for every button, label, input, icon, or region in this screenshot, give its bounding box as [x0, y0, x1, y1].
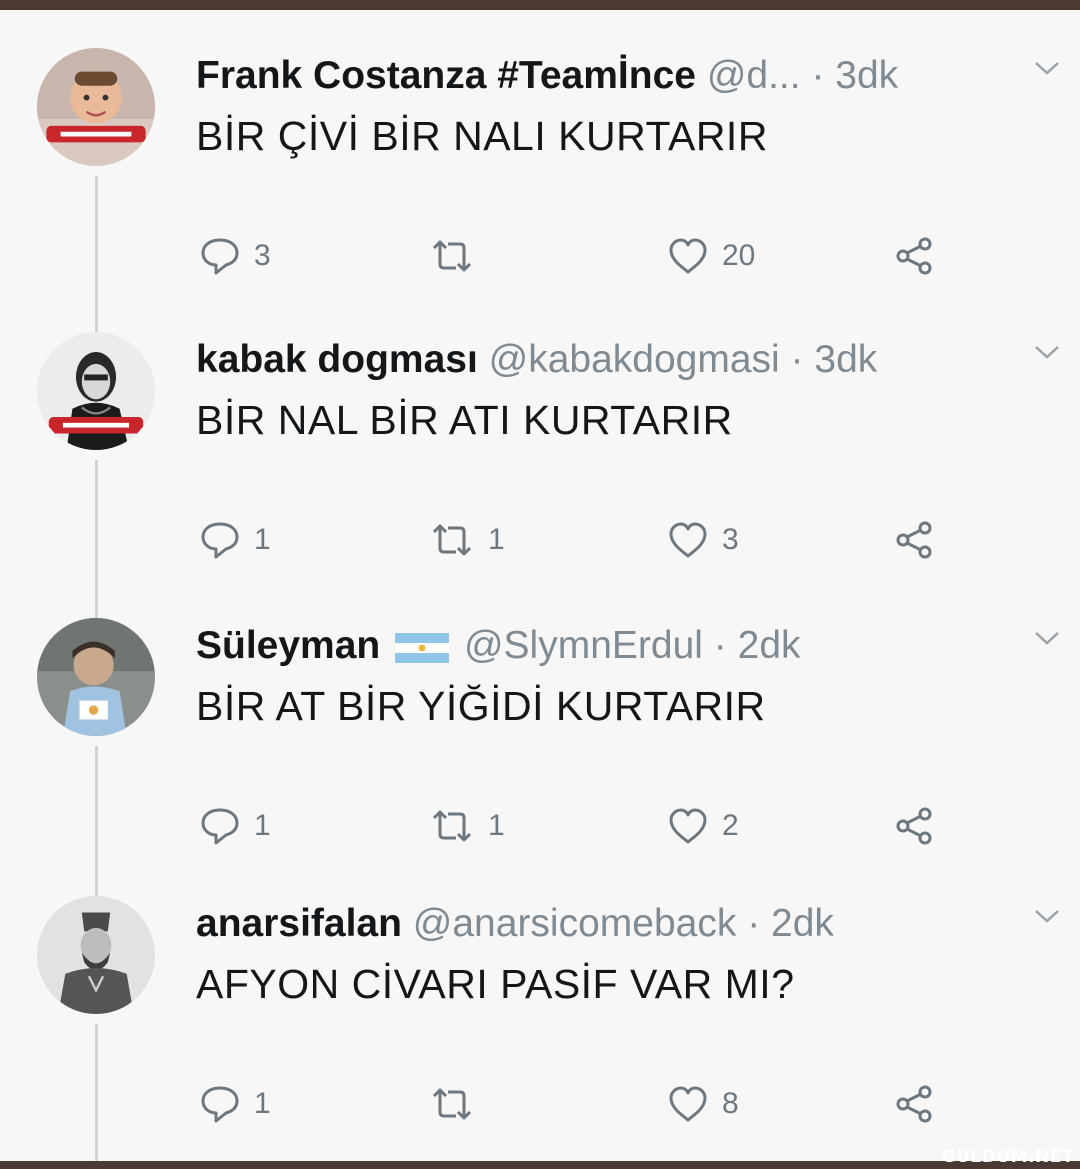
thread-line — [95, 312, 98, 332]
retweet-button[interactable] — [428, 1074, 488, 1134]
chevron-down-icon[interactable] — [1030, 626, 1064, 650]
avatar[interactable] — [37, 896, 155, 1014]
retweet-button[interactable] — [428, 226, 488, 286]
separator: · — [811, 54, 825, 97]
timestamp[interactable]: 2dk — [738, 624, 801, 667]
retweet-arrows-icon — [432, 524, 472, 556]
tweet-text: BİR ÇİVİ BİR NALI KURTARIR — [196, 113, 768, 159]
retweet-button[interactable]: 1 — [428, 510, 505, 570]
heart-icon — [669, 1086, 707, 1122]
chevron-down-icon[interactable] — [1030, 340, 1064, 364]
display-name[interactable]: kabak dogması — [196, 338, 478, 381]
display-name[interactable]: Süleyman — [196, 624, 380, 667]
share-icon — [896, 1085, 932, 1123]
reply-count: 1 — [254, 1087, 271, 1120]
tweet-header: anarsifalan @anarsicomeback · 2dk — [196, 900, 834, 948]
heart-icon — [669, 808, 707, 844]
like-count: 3 — [722, 523, 739, 556]
share-icon — [896, 521, 932, 559]
tweet[interactable]: kabak dogması @kabakdogmasi · 3dk BİR NA… — [0, 312, 1080, 602]
reply-button[interactable]: 1 — [198, 796, 271, 856]
tweet-header: Süleyman @SlymnErdul · 2dk — [196, 622, 801, 670]
tweet[interactable]: Frank Costanza #Teamİnce @d... · 3dk BİR… — [0, 28, 1080, 318]
like-count: 8 — [722, 1087, 739, 1120]
tweet[interactable]: anarsifalan @anarsicomeback · 2dk AFYON … — [0, 876, 1080, 1161]
tweet-text: BİR AT BİR YİĞİDİ KURTARIR — [196, 683, 766, 729]
share-icon — [896, 807, 932, 845]
like-count: 20 — [722, 239, 756, 272]
avatar[interactable] — [37, 618, 155, 736]
tweet[interactable]: Süleyman @SlymnErdul · 2dk BİR AT BİR Yİ… — [0, 598, 1080, 888]
timestamp[interactable]: 3dk — [814, 338, 877, 381]
display-name[interactable]: Frank Costanza #Teamİnce — [196, 54, 696, 97]
user-handle[interactable]: @SlymnErdul — [464, 624, 703, 667]
share-button[interactable] — [892, 226, 936, 286]
like-button[interactable]: 2 — [666, 796, 739, 856]
reply-button[interactable]: 1 — [198, 510, 271, 570]
action-bar: 1 1 3 — [0, 510, 1080, 570]
share-button[interactable] — [892, 1074, 936, 1134]
like-button[interactable]: 3 — [666, 510, 739, 570]
tweet-header: Frank Costanza #Teamİnce @d... · 3dk — [196, 52, 898, 100]
tweet-header: kabak dogması @kabakdogmasi · 3dk — [196, 336, 877, 384]
tweet-text: AFYON CİVARI PASİF VAR MI? — [196, 961, 795, 1007]
tweet-thread: Frank Costanza #Teamİnce @d... · 3dk BİR… — [0, 10, 1080, 1161]
speech-bubble-icon — [201, 1086, 239, 1123]
heart-icon — [669, 238, 707, 274]
retweet-arrows-icon — [432, 1088, 472, 1120]
heart-icon — [669, 522, 707, 558]
reply-count: 3 — [254, 239, 271, 272]
retweet-button[interactable]: 1 — [428, 796, 505, 856]
speech-bubble-icon — [201, 522, 239, 559]
retweet-count: 1 — [488, 523, 505, 556]
reply-count: 1 — [254, 809, 271, 842]
chevron-down-icon[interactable] — [1030, 904, 1064, 928]
share-icon — [896, 237, 932, 275]
action-bar: 3 20 — [0, 226, 1080, 286]
separator: · — [713, 624, 727, 667]
reply-button[interactable]: 3 — [198, 226, 271, 286]
speech-bubble-icon — [201, 808, 239, 845]
retweet-arrows-icon — [432, 810, 472, 842]
argentina-flag-icon — [395, 632, 450, 663]
action-bar: 1 1 2 — [0, 796, 1080, 856]
separator: · — [790, 338, 804, 381]
timestamp[interactable]: 2dk — [771, 902, 834, 945]
like-button[interactable]: 8 — [666, 1074, 739, 1134]
like-count: 2 — [722, 809, 739, 842]
user-handle[interactable]: @kabakdogmasi — [489, 338, 780, 381]
avatar[interactable] — [37, 48, 155, 166]
chevron-down-icon[interactable] — [1030, 56, 1064, 80]
reply-count: 1 — [254, 523, 271, 556]
action-bar: 1 8 — [0, 1074, 1080, 1134]
like-button[interactable]: 20 — [666, 226, 755, 286]
display-name[interactable]: anarsifalan — [196, 902, 402, 945]
speech-bubble-icon — [201, 238, 239, 275]
retweet-arrows-icon — [432, 240, 472, 272]
tweet-text: BİR NAL BİR ATI KURTARIR — [196, 397, 733, 443]
thread-line — [95, 876, 98, 896]
share-button[interactable] — [892, 796, 936, 856]
user-handle[interactable]: @d... — [707, 54, 801, 97]
watermark: GULDUM.NET — [941, 1147, 1074, 1167]
timestamp[interactable]: 3dk — [835, 54, 898, 97]
share-button[interactable] — [892, 510, 936, 570]
separator: · — [747, 902, 761, 945]
reply-button[interactable]: 1 — [198, 1074, 271, 1134]
retweet-count: 1 — [488, 809, 505, 842]
user-handle[interactable]: @anarsicomeback — [413, 902, 737, 945]
avatar[interactable] — [37, 332, 155, 450]
thread-line — [95, 598, 98, 618]
